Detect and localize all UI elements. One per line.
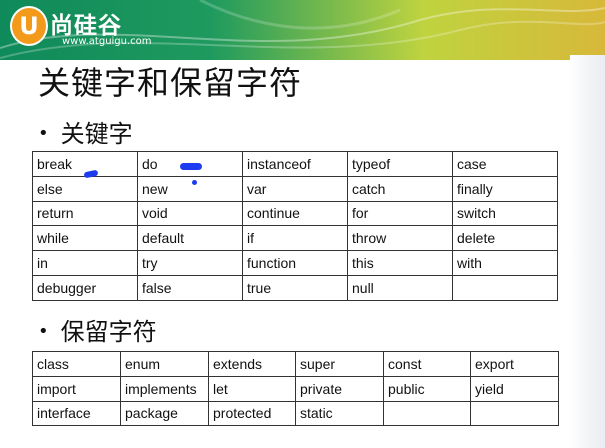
reserved-heading-text: 保留字符 bbox=[60, 318, 157, 346]
table-cell: null bbox=[347, 274, 453, 301]
brand-url: www.atguigu.com bbox=[62, 36, 152, 47]
table-cell: import bbox=[32, 375, 121, 402]
keywords-heading-text: 关键字 bbox=[60, 120, 133, 148]
keywords-table-row: in try function this with bbox=[32, 250, 558, 276]
table-cell: instanceof bbox=[242, 151, 348, 177]
keywords-table-row: else new var catch finally bbox=[32, 175, 558, 202]
table-cell: catch bbox=[347, 175, 453, 202]
table-cell: true bbox=[242, 274, 348, 301]
keywords-table-row: return void continue for switch bbox=[32, 200, 558, 227]
keywords-table: break do instanceof typeof case else new var cat… bbox=[32, 151, 558, 301]
table-cell: package bbox=[120, 400, 209, 427]
table-cell bbox=[383, 400, 471, 427]
table-cell: with bbox=[452, 250, 558, 276]
reserved-table-row: interface package protected static bbox=[32, 400, 559, 427]
table-cell: return bbox=[32, 200, 138, 227]
table-cell: false bbox=[137, 274, 243, 301]
table-cell: finally bbox=[452, 175, 558, 202]
brand-logo-icon: U bbox=[10, 6, 48, 46]
table-cell: extends bbox=[208, 351, 296, 377]
ink-mark bbox=[180, 163, 202, 170]
table-cell: delete bbox=[452, 225, 558, 252]
table-cell: else bbox=[32, 175, 138, 202]
table-cell: if bbox=[242, 225, 348, 252]
table-cell bbox=[452, 274, 558, 301]
ink-mark bbox=[192, 180, 197, 185]
table-cell: debugger bbox=[32, 274, 138, 301]
keywords-table-row: debugger false true null bbox=[32, 274, 558, 301]
table-cell: public bbox=[383, 375, 471, 402]
table-cell: super bbox=[295, 351, 384, 377]
slide-title: 关键字和保留字符 bbox=[38, 64, 303, 102]
table-cell: implements bbox=[120, 375, 209, 402]
table-cell: private bbox=[295, 375, 384, 402]
keywords-heading: • 关键字 bbox=[38, 114, 133, 149]
table-cell: var bbox=[242, 175, 348, 202]
brand-name: 尚硅谷 bbox=[50, 13, 122, 39]
table-cell: yield bbox=[470, 375, 559, 402]
reserved-table-row: import implements let private public yield bbox=[32, 375, 559, 402]
table-cell: void bbox=[137, 200, 243, 227]
table-cell: for bbox=[347, 200, 453, 227]
table-cell: static bbox=[295, 400, 384, 427]
table-cell: enum bbox=[120, 351, 209, 377]
table-cell: try bbox=[137, 250, 243, 276]
table-cell: protected bbox=[208, 400, 296, 427]
table-cell: default bbox=[137, 225, 243, 252]
table-cell: switch bbox=[452, 200, 558, 227]
table-cell: class bbox=[32, 351, 121, 377]
reserved-heading: • 保留字符 bbox=[38, 312, 157, 347]
table-cell: const bbox=[383, 351, 471, 377]
bullet-dot-icon: • bbox=[38, 123, 49, 144]
slide-header-banner: U 尚硅谷 www.atguigu.com bbox=[0, 0, 605, 60]
reserved-words-table: class enum extends super const export import im… bbox=[32, 351, 559, 427]
table-cell: throw bbox=[347, 225, 453, 252]
table-cell: function bbox=[242, 250, 348, 276]
table-cell: let bbox=[208, 375, 296, 402]
reserved-table-row: class enum extends super const export bbox=[32, 351, 559, 377]
table-cell: while bbox=[32, 225, 138, 252]
side-shadow-strip bbox=[570, 55, 605, 448]
table-cell bbox=[470, 400, 559, 427]
table-cell: continue bbox=[242, 200, 348, 227]
keywords-table-row: while default if throw delete bbox=[32, 225, 558, 252]
table-cell: case bbox=[452, 151, 558, 177]
bullet-dot-icon: • bbox=[38, 321, 49, 342]
table-cell: new bbox=[137, 175, 243, 202]
table-cell: export bbox=[470, 351, 559, 377]
table-cell: typeof bbox=[347, 151, 453, 177]
table-cell: this bbox=[347, 250, 453, 276]
keywords-table-row: break do instanceof typeof case bbox=[32, 151, 558, 177]
table-cell: in bbox=[32, 250, 138, 276]
table-cell: interface bbox=[32, 400, 121, 427]
